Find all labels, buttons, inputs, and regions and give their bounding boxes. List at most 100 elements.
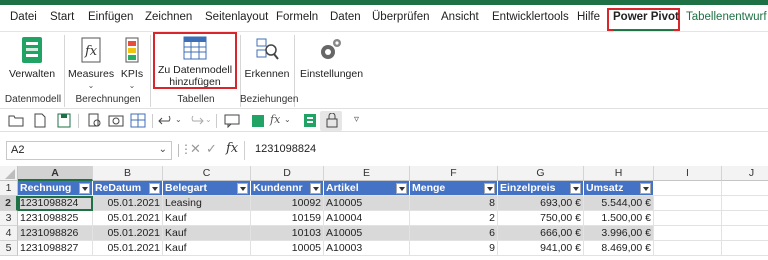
tab-einfuegen[interactable]: Einfügen bbox=[88, 11, 133, 23]
table-cell[interactable]: 1231098827 bbox=[18, 241, 93, 256]
function-icon[interactable]: fx bbox=[270, 113, 280, 126]
data-model-icon[interactable] bbox=[302, 113, 318, 128]
filter-dropdown-icon[interactable] bbox=[79, 183, 90, 194]
table-cell[interactable]: 8.469,00 € bbox=[584, 241, 654, 256]
row-header[interactable]: 5 bbox=[0, 241, 18, 256]
column-header-a[interactable]: A bbox=[18, 166, 93, 181]
chevron-down-icon[interactable]: ⌄ bbox=[284, 115, 291, 124]
table-cell[interactable]: 9 bbox=[410, 241, 498, 256]
table-header-cell[interactable]: Rechnung bbox=[18, 181, 93, 196]
table-cell[interactable]: 2 bbox=[410, 211, 498, 226]
table-cell[interactable]: 941,00 € bbox=[498, 241, 584, 256]
column-header-d[interactable]: D bbox=[251, 166, 324, 181]
table-cell[interactable]: 1.500,00 € bbox=[584, 211, 654, 226]
filter-dropdown-icon[interactable] bbox=[237, 183, 248, 194]
tab-entwicklertools[interactable]: Entwicklertools bbox=[492, 11, 569, 23]
table-cell[interactable]: Kauf bbox=[163, 226, 251, 241]
empty-cell[interactable] bbox=[722, 226, 768, 241]
filter-dropdown-icon[interactable] bbox=[570, 183, 581, 194]
table-cell[interactable]: 10103 bbox=[251, 226, 324, 241]
tab-start[interactable]: Start bbox=[50, 11, 74, 23]
table-header-cell[interactable]: Belegart bbox=[163, 181, 251, 196]
undo-icon[interactable] bbox=[158, 113, 174, 128]
touch-mode-icon[interactable] bbox=[324, 113, 340, 128]
table-cell[interactable]: 750,00 € bbox=[498, 211, 584, 226]
table-header-cell[interactable]: ReDatum bbox=[93, 181, 163, 196]
table-cell[interactable]: 693,00 € bbox=[498, 196, 584, 211]
select-all-corner[interactable] bbox=[0, 166, 18, 181]
table-cell[interactable]: 05.01.2021 bbox=[93, 211, 163, 226]
column-header-i[interactable]: I bbox=[654, 166, 722, 181]
table-cell[interactable]: 8 bbox=[410, 196, 498, 211]
empty-cell[interactable] bbox=[654, 211, 722, 226]
tab-formeln[interactable]: Formeln bbox=[276, 11, 318, 23]
table-cell[interactable]: 1231098825 bbox=[18, 211, 93, 226]
column-header-b[interactable]: B bbox=[93, 166, 163, 181]
filter-dropdown-icon[interactable] bbox=[396, 183, 407, 194]
chevron-down-icon[interactable]: ⌄ bbox=[175, 115, 182, 124]
table-cell[interactable]: 1231098826 bbox=[18, 226, 93, 241]
tab-seitenlayout[interactable]: Seitenlayout bbox=[205, 11, 268, 23]
print-preview-icon[interactable] bbox=[86, 113, 102, 128]
save-icon[interactable] bbox=[56, 113, 72, 128]
name-box[interactable]: A2 ⌄ bbox=[6, 141, 172, 160]
verwalten-button[interactable]: Verwalten bbox=[8, 32, 56, 80]
table-cell[interactable]: 10159 bbox=[251, 211, 324, 226]
empty-cell[interactable] bbox=[722, 196, 768, 211]
empty-cell[interactable] bbox=[722, 181, 768, 196]
column-header-e[interactable]: E bbox=[324, 166, 410, 181]
table-cell[interactable]: 10005 bbox=[251, 241, 324, 256]
row-header[interactable]: 1 bbox=[0, 181, 18, 196]
table-header-cell[interactable]: Artikel bbox=[324, 181, 410, 196]
tab-hilfe[interactable]: Hilfe bbox=[577, 11, 600, 23]
table-cell[interactable]: A10005 bbox=[324, 196, 410, 211]
grid-icon[interactable] bbox=[130, 113, 146, 128]
table-cell[interactable]: A10003 bbox=[324, 241, 410, 256]
column-header-f[interactable]: F bbox=[410, 166, 498, 181]
table-cell[interactable]: 05.01.2021 bbox=[93, 196, 163, 211]
table-cell[interactable]: 05.01.2021 bbox=[93, 226, 163, 241]
table-cell[interactable]: 10092 bbox=[251, 196, 324, 211]
table-header-cell[interactable]: Menge bbox=[410, 181, 498, 196]
row-header[interactable]: 3 bbox=[0, 211, 18, 226]
empty-cell[interactable] bbox=[654, 181, 722, 196]
tab-power-pivot[interactable]: Power Pivot bbox=[613, 11, 679, 23]
table-cell[interactable]: A10005 bbox=[324, 226, 410, 241]
tab-ueberpruefen[interactable]: Überprüfen bbox=[372, 11, 430, 23]
empty-cell[interactable] bbox=[722, 241, 768, 256]
zu-datenmodell-hinzufuegen-button[interactable]: Zu Datenmodell hinzufügen bbox=[156, 32, 234, 88]
einstellungen-button[interactable]: Einstellungen bbox=[300, 32, 363, 80]
erkennen-button[interactable]: Erkennen bbox=[244, 32, 290, 80]
screenshot-icon[interactable] bbox=[108, 113, 124, 128]
tab-tabellenentwurf[interactable]: Tabellenentwurf bbox=[686, 11, 767, 23]
table-cell[interactable]: 6 bbox=[410, 226, 498, 241]
filter-dropdown-icon[interactable] bbox=[640, 183, 651, 194]
insert-function-button[interactable]: fx bbox=[226, 141, 238, 156]
table-cell[interactable]: 05.01.2021 bbox=[93, 241, 163, 256]
tab-ansicht[interactable]: Ansicht bbox=[441, 11, 479, 23]
cancel-icon[interactable]: ✕ bbox=[190, 141, 201, 157]
new-file-icon[interactable] bbox=[32, 113, 48, 128]
table-cell[interactable]: Leasing bbox=[163, 196, 251, 211]
table-cell[interactable]: A10004 bbox=[324, 211, 410, 226]
table-header-cell[interactable]: Umsatz bbox=[584, 181, 654, 196]
column-header-h[interactable]: H bbox=[584, 166, 654, 181]
filter-dropdown-icon[interactable] bbox=[484, 183, 495, 194]
empty-cell[interactable] bbox=[722, 211, 768, 226]
comment-icon[interactable] bbox=[224, 113, 240, 128]
chevron-down-icon[interactable]: ⌄ bbox=[159, 144, 167, 155]
tab-daten[interactable]: Daten bbox=[330, 11, 361, 23]
table-cell[interactable]: 3.996,00 € bbox=[584, 226, 654, 241]
tab-datei[interactable]: Datei bbox=[10, 11, 37, 23]
customize-qat-icon[interactable]: ▿ bbox=[354, 114, 359, 125]
table-header-cell[interactable]: Einzelpreis bbox=[498, 181, 584, 196]
chevron-down-icon[interactable]: ⌄ bbox=[205, 115, 212, 124]
empty-cell[interactable] bbox=[654, 241, 722, 256]
column-header-c[interactable]: C bbox=[163, 166, 251, 181]
pivot-icon[interactable] bbox=[250, 113, 266, 128]
column-header-g[interactable]: G bbox=[498, 166, 584, 181]
formula-input[interactable]: 1231098824 bbox=[244, 141, 764, 160]
table-cell[interactable]: Kauf bbox=[163, 211, 251, 226]
filter-dropdown-icon[interactable] bbox=[310, 183, 321, 194]
enter-icon[interactable]: ✓ bbox=[206, 141, 217, 157]
